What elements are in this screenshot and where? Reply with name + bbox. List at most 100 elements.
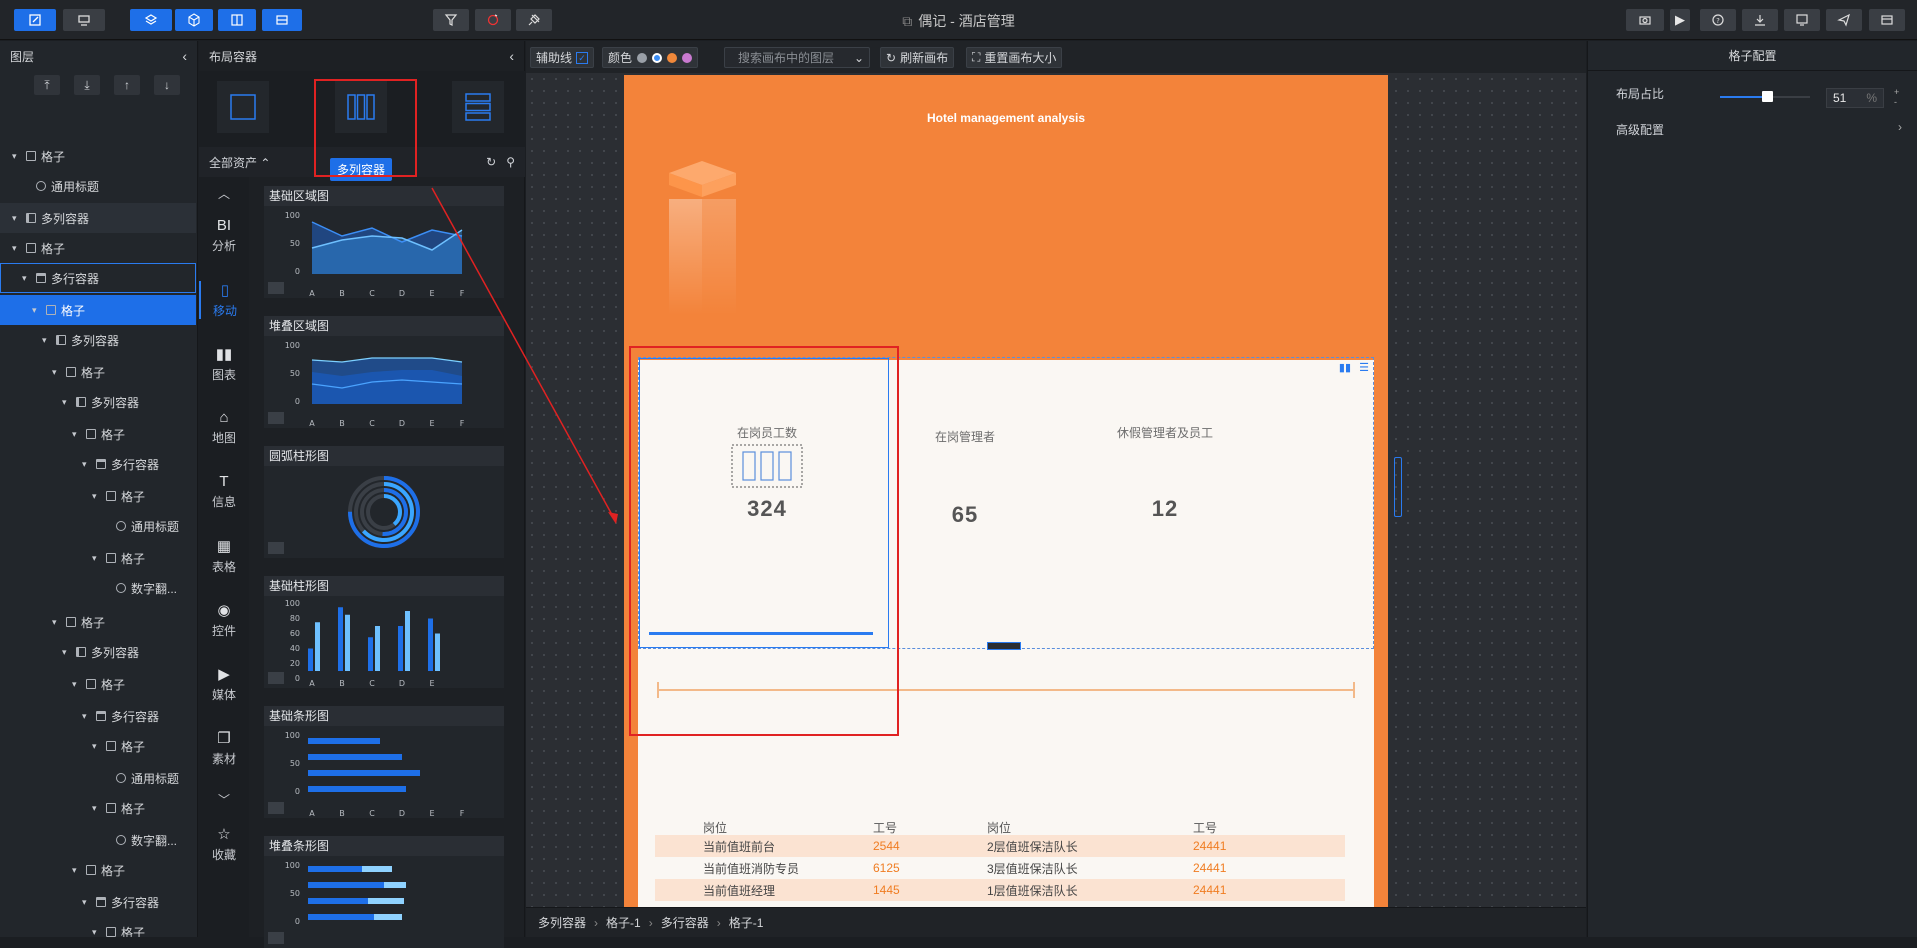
- move-up-icon[interactable]: ↑: [114, 75, 140, 95]
- collapse-icon[interactable]: ‹: [509, 48, 514, 64]
- color-swatch-gray[interactable]: [637, 52, 648, 63]
- camera-icon[interactable]: [1626, 9, 1664, 31]
- layer-row[interactable]: ▾ 多列容器: [0, 203, 196, 233]
- column-layout-icon[interactable]: ▮▮: [1339, 361, 1351, 374]
- single-container-button[interactable]: [217, 81, 269, 133]
- category-1[interactable]: ▯ 移动: [199, 281, 249, 319]
- chevron-down-icon[interactable]: ▾: [62, 647, 72, 658]
- breadcrumb-item[interactable]: 多行容器: [661, 914, 709, 931]
- chart-card[interactable]: 圆弧柱形图: [264, 446, 504, 558]
- category-2[interactable]: ▮▮ 图表: [199, 345, 249, 383]
- chevron-down-icon[interactable]: ▾: [82, 711, 92, 722]
- layer-row[interactable]: ▾ 格子: [0, 295, 196, 325]
- layer-row[interactable]: 通用标题: [0, 763, 196, 793]
- color-swatch-orange[interactable]: [667, 52, 678, 63]
- chevron-down-icon[interactable]: ▾: [92, 491, 102, 502]
- guides-toggle[interactable]: 辅助线 ✓: [530, 47, 595, 68]
- layer-search-input[interactable]: 搜索画布中的图层 ⌄: [724, 47, 870, 68]
- move-top-icon[interactable]: ⤒: [34, 75, 60, 95]
- layer-row[interactable]: ▾ 多列容器: [0, 387, 196, 417]
- window-icon[interactable]: [1869, 9, 1905, 31]
- layer-row[interactable]: ▾ 格子: [0, 917, 196, 937]
- ratio-slider-thumb[interactable]: [1762, 91, 1773, 102]
- filter-icon[interactable]: [433, 9, 469, 31]
- chart-card[interactable]: 堆叠条形图 100 50 0: [264, 836, 504, 948]
- collapse-icon[interactable]: ‹: [182, 48, 187, 64]
- category-0[interactable]: BI 分析: [199, 217, 249, 254]
- category-6[interactable]: ◉ 控件: [199, 601, 249, 639]
- reset-canvas-button[interactable]: ⛶ 重置画布大小: [966, 47, 1063, 68]
- columns-icon[interactable]: [218, 9, 256, 31]
- monitor-icon[interactable]: [1784, 9, 1820, 31]
- layer-row[interactable]: ▾ 格子: [0, 141, 196, 171]
- layer-row[interactable]: ▾ 格子: [0, 607, 196, 637]
- chart-card[interactable]: 基础条形图 100 50 0 A B C D E F: [264, 706, 504, 818]
- layer-row[interactable]: ▾ 格子: [0, 543, 196, 573]
- chevron-down-icon[interactable]: ▾: [32, 305, 42, 316]
- cube-icon[interactable]: [175, 9, 213, 31]
- layer-row[interactable]: 通用标题: [0, 171, 196, 201]
- layer-row[interactable]: ▾ 格子: [0, 419, 196, 449]
- scroll-down-icon[interactable]: ﹀: [199, 791, 249, 808]
- chevron-down-icon[interactable]: ▾: [92, 553, 102, 564]
- chevron-down-icon[interactable]: ▾: [12, 243, 22, 254]
- chevron-down-icon[interactable]: ▾: [72, 865, 82, 876]
- ratio-input[interactable]: 51 %: [1826, 88, 1884, 108]
- play-icon[interactable]: ▶: [1670, 9, 1690, 31]
- asset-filter-dropdown[interactable]: 全部资产 ⌃: [209, 154, 270, 171]
- color-picker[interactable]: 颜色: [602, 47, 699, 68]
- search-icon[interactable]: ⚲: [506, 155, 515, 169]
- pin-icon[interactable]: [516, 9, 552, 31]
- chevron-down-icon[interactable]: ▾: [82, 459, 92, 470]
- ratio-slider[interactable]: [1720, 91, 1810, 102]
- color-swatch-purple[interactable]: [682, 52, 693, 63]
- breadcrumb-item[interactable]: 格子-1: [606, 914, 641, 931]
- breadcrumb-item[interactable]: 格子-1: [729, 914, 764, 931]
- chart-card[interactable]: 堆叠区域图 100 50 0 A B C D E F: [264, 316, 504, 428]
- move-bottom-icon[interactable]: ⤓: [74, 75, 100, 95]
- layers-icon[interactable]: [130, 9, 172, 31]
- layer-row[interactable]: ▾ 多行容器: [0, 263, 196, 293]
- sync-icon[interactable]: [475, 9, 511, 31]
- chart-card[interactable]: 基础柱形图 100 80 60 40 20 0 A B C D E: [264, 576, 504, 688]
- panel-icon[interactable]: [262, 9, 302, 31]
- layer-row[interactable]: 通用标题: [0, 511, 196, 541]
- row-layout-icon[interactable]: ☰: [1359, 361, 1369, 374]
- layer-row[interactable]: ▾ 格子: [0, 233, 196, 263]
- chevron-down-icon[interactable]: ▾: [92, 927, 102, 938]
- move-down-icon[interactable]: ↓: [154, 75, 180, 95]
- preview-icon[interactable]: [63, 9, 105, 31]
- color-swatch-blue[interactable]: [652, 52, 663, 63]
- help-icon[interactable]: ?: [1700, 9, 1736, 31]
- download-icon[interactable]: [1742, 9, 1778, 31]
- refresh-canvas-button[interactable]: ↻ 刷新画布: [880, 47, 955, 68]
- layer-row[interactable]: ▾ 格子: [0, 357, 196, 387]
- layer-row[interactable]: 数字翻...: [0, 825, 196, 855]
- breadcrumb-item[interactable]: 多列容器: [538, 914, 586, 931]
- chevron-down-icon[interactable]: ▾: [92, 741, 102, 752]
- chevron-down-icon[interactable]: ▾: [12, 213, 22, 224]
- edit-icon[interactable]: [14, 9, 56, 31]
- chevron-down-icon[interactable]: ▾: [42, 335, 52, 346]
- chart-card[interactable]: 基础区域图 100 50 0 A B C D E F: [264, 186, 504, 298]
- layer-row[interactable]: ▾ 格子: [0, 669, 196, 699]
- chevron-down-icon[interactable]: ▾: [52, 367, 62, 378]
- refresh-icon[interactable]: ↻: [486, 155, 496, 169]
- chevron-down-icon[interactable]: ▾: [52, 617, 62, 628]
- canvas-scroll-handle[interactable]: [1394, 457, 1402, 517]
- layer-row[interactable]: ▾ 多行容器: [0, 887, 196, 917]
- ratio-stepper[interactable]: + -: [1894, 87, 1899, 107]
- category-4[interactable]: T 信息: [199, 473, 249, 510]
- layer-row[interactable]: ▾ 格子: [0, 793, 196, 823]
- layer-row[interactable]: ▾ 多列容器: [0, 637, 196, 667]
- chevron-down-icon[interactable]: ▾: [72, 679, 82, 690]
- layer-row[interactable]: ▾ 多行容器: [0, 449, 196, 479]
- layer-row[interactable]: ▾ 格子: [0, 855, 196, 885]
- chevron-down-icon[interactable]: ▾: [92, 803, 102, 814]
- chevron-down-icon[interactable]: ▾: [22, 273, 32, 284]
- layer-row[interactable]: ▾ 格子: [0, 731, 196, 761]
- category-8[interactable]: ❐ 素材: [199, 729, 249, 767]
- category-5[interactable]: ▦ 表格: [199, 537, 249, 575]
- multi-row-container-button[interactable]: [452, 81, 504, 133]
- layer-row[interactable]: ▾ 多行容器: [0, 701, 196, 731]
